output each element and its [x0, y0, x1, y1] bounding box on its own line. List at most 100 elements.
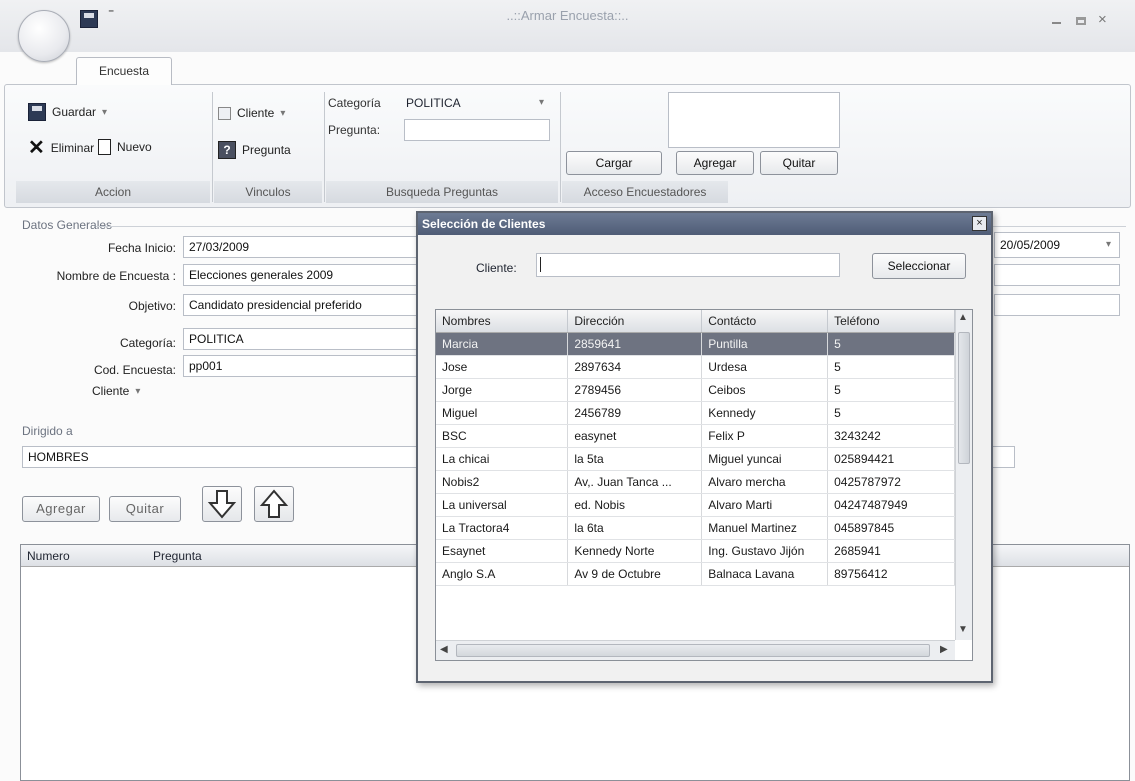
- encuestadores-list[interactable]: [668, 92, 840, 148]
- table-row[interactable]: Marcia 2859641 Puntilla 5: [436, 332, 955, 356]
- minimize-button[interactable]: [1052, 22, 1061, 24]
- nuevo-button[interactable]: Nuevo: [98, 139, 152, 155]
- cargar-button[interactable]: Cargar: [566, 151, 662, 175]
- vertical-scrollbar[interactable]: ▲ ▼: [955, 310, 972, 640]
- objetivo-field[interactable]: Candidato presidencial preferido: [183, 294, 423, 316]
- maximize-button[interactable]: [1076, 17, 1086, 25]
- pregunta-search-input[interactable]: [404, 119, 550, 141]
- quitar-encuestador-button[interactable]: Quitar: [760, 151, 838, 175]
- cell-nombre: Miguel: [436, 401, 569, 425]
- scroll-up-arrow-icon[interactable]: ▲: [958, 312, 968, 323]
- clients-header-row: Nombres Dirección Contácto Teléfono: [436, 310, 955, 333]
- table-row[interactable]: Jose 2897634 Urdesa 5: [436, 355, 955, 379]
- close-window-button[interactable]: ×: [1098, 11, 1107, 28]
- ribbon-separator: [212, 92, 213, 202]
- agregar-pregunta-button[interactable]: Agregar: [22, 496, 100, 522]
- tab-encuesta[interactable]: Encuesta: [76, 57, 172, 85]
- application-orb-button[interactable]: [18, 10, 70, 62]
- pregunta-ribbon-button[interactable]: ? Pregunta: [218, 141, 291, 159]
- table-row[interactable]: BSC easynet Felix P 3243242: [436, 424, 955, 448]
- objetivo-label: Objetivo:: [128, 299, 176, 313]
- cell-contacto: Ing. Gustavo Jijón: [701, 539, 829, 563]
- pregunta-ribbon-label: Pregunta: [242, 143, 291, 157]
- table-row[interactable]: Nobis2 Av,. Juan Tanca ... Alvaro mercha 04…: [436, 470, 955, 494]
- table-row[interactable]: Jorge 2789456 Ceibos 5: [436, 378, 955, 402]
- clients-table-wrap: Nombres Dirección Contácto Teléfono Marc…: [436, 310, 955, 640]
- eliminar-button[interactable]: ✕ Eliminar: [28, 138, 94, 158]
- dialog-close-button[interactable]: ×: [972, 216, 987, 231]
- fecha-inicio-field[interactable]: 27/03/2009: [183, 236, 423, 258]
- table-row[interactable]: Esaynet Kennedy Norte Ing. Gustavo Jijón 26…: [436, 539, 955, 563]
- table-row[interactable]: La universal ed. Nobis Alvaro Marti 0424748…: [436, 493, 955, 517]
- save-icon: [28, 103, 46, 121]
- cell-nombre: Jorge: [436, 378, 569, 402]
- cell-telefono: 045897845: [827, 516, 955, 540]
- right-field-2[interactable]: [994, 294, 1120, 316]
- quitar-pregunta-button[interactable]: Quitar: [109, 496, 181, 522]
- table-row[interactable]: La Tractora4 la 6ta Manuel Martinez 0458978…: [436, 516, 955, 540]
- cliente-dropdown-label: Cliente: [92, 384, 130, 398]
- col-header-direccion[interactable]: Dirección: [567, 310, 703, 333]
- fecha-inicio-label: Fecha Inicio:: [107, 241, 176, 255]
- ribbon-separator: [324, 92, 325, 202]
- cliente-dropdown[interactable]: Cliente ▾: [92, 384, 140, 398]
- table-row[interactable]: Anglo S.A Av 9 de Octubre Balnaca Lavana 89…: [436, 562, 955, 586]
- fecha-fin-value: 20/05/2009: [1000, 238, 1061, 252]
- arrow-up-icon: [259, 489, 289, 518]
- cod-encuesta-field[interactable]: pp001: [183, 355, 423, 377]
- cell-nombre: Nobis2: [436, 470, 569, 494]
- cell-nombre: La universal: [436, 493, 569, 517]
- scroll-right-arrow-icon[interactable]: ▶: [940, 644, 948, 655]
- scroll-down-arrow-icon[interactable]: ▼: [958, 624, 968, 635]
- chevron-down-icon: ▾: [538, 97, 544, 108]
- agregar-encuestador-button[interactable]: Agregar: [676, 151, 754, 175]
- move-down-button[interactable]: [202, 486, 242, 522]
- cell-contacto: Alvaro mercha: [701, 470, 829, 494]
- cell-nombre: Anglo S.A: [436, 562, 569, 586]
- group-label-busqueda: Busqueda Preguntas: [326, 181, 558, 203]
- cliente-ribbon-button[interactable]: Cliente ▾: [218, 106, 285, 120]
- cell-telefono: 5: [827, 378, 955, 402]
- cell-direccion: 2789456: [567, 378, 703, 402]
- col-header-numero[interactable]: Numero: [27, 549, 70, 563]
- cell-telefono: 5: [827, 355, 955, 379]
- col-header-contacto[interactable]: Contácto: [701, 310, 829, 333]
- table-row[interactable]: La chicai la 5ta Miguel yuncai 025894421: [436, 447, 955, 471]
- seleccionar-button[interactable]: Seleccionar: [872, 253, 966, 279]
- vertical-scroll-thumb[interactable]: [958, 332, 970, 464]
- categoria-search-label: Categoría: [328, 96, 381, 110]
- categoria-search-value: POLITICA: [406, 96, 461, 110]
- cell-direccion: 2859641: [567, 332, 703, 356]
- nuevo-label: Nuevo: [117, 140, 152, 154]
- right-field-1[interactable]: [994, 264, 1120, 286]
- cell-telefono: 0425787972: [827, 470, 955, 494]
- clients-grid[interactable]: Nombres Dirección Contácto Teléfono Marc…: [435, 309, 973, 661]
- cell-direccion: Kennedy Norte: [567, 539, 703, 563]
- col-header-nombres[interactable]: Nombres: [436, 310, 569, 333]
- group-label-accion: Accion: [16, 181, 210, 203]
- cell-contacto: Balnaca Lavana: [701, 562, 829, 586]
- cell-nombre: Esaynet: [436, 539, 569, 563]
- guardar-label: Guardar: [52, 105, 97, 119]
- cliente-search-label: Cliente:: [476, 261, 517, 275]
- cell-nombre: Jose: [436, 355, 569, 379]
- cell-nombre: La Tractora4: [436, 516, 569, 540]
- horizontal-scrollbar[interactable]: ◀ ▶: [436, 640, 955, 660]
- table-row[interactable]: Miguel 2456789 Kennedy 5: [436, 401, 955, 425]
- cell-direccion: 2456789: [567, 401, 703, 425]
- nombre-encuesta-label: Nombre de Encuesta :: [56, 269, 176, 283]
- guardar-button[interactable]: Guardar ▾: [28, 103, 107, 121]
- horizontal-scroll-thumb[interactable]: [456, 644, 930, 657]
- cliente-search-input[interactable]: [536, 253, 840, 277]
- fecha-fin-field[interactable]: 20/05/2009 ▾: [994, 232, 1120, 258]
- nombre-encuesta-field[interactable]: Elecciones generales 2009: [183, 264, 423, 286]
- scroll-left-arrow-icon[interactable]: ◀: [440, 644, 448, 655]
- dirigido-title: Dirigido a: [22, 424, 73, 438]
- cell-contacto: Felix P: [701, 424, 829, 448]
- categoria-field[interactable]: POLITICA: [183, 328, 423, 350]
- categoria-search-select[interactable]: POLITICA ▾: [400, 92, 550, 114]
- col-header-pregunta[interactable]: Pregunta: [153, 549, 202, 563]
- move-up-button[interactable]: [254, 486, 294, 522]
- col-header-telefono[interactable]: Teléfono: [827, 310, 955, 333]
- group-label-vinculos: Vinculos: [214, 181, 322, 203]
